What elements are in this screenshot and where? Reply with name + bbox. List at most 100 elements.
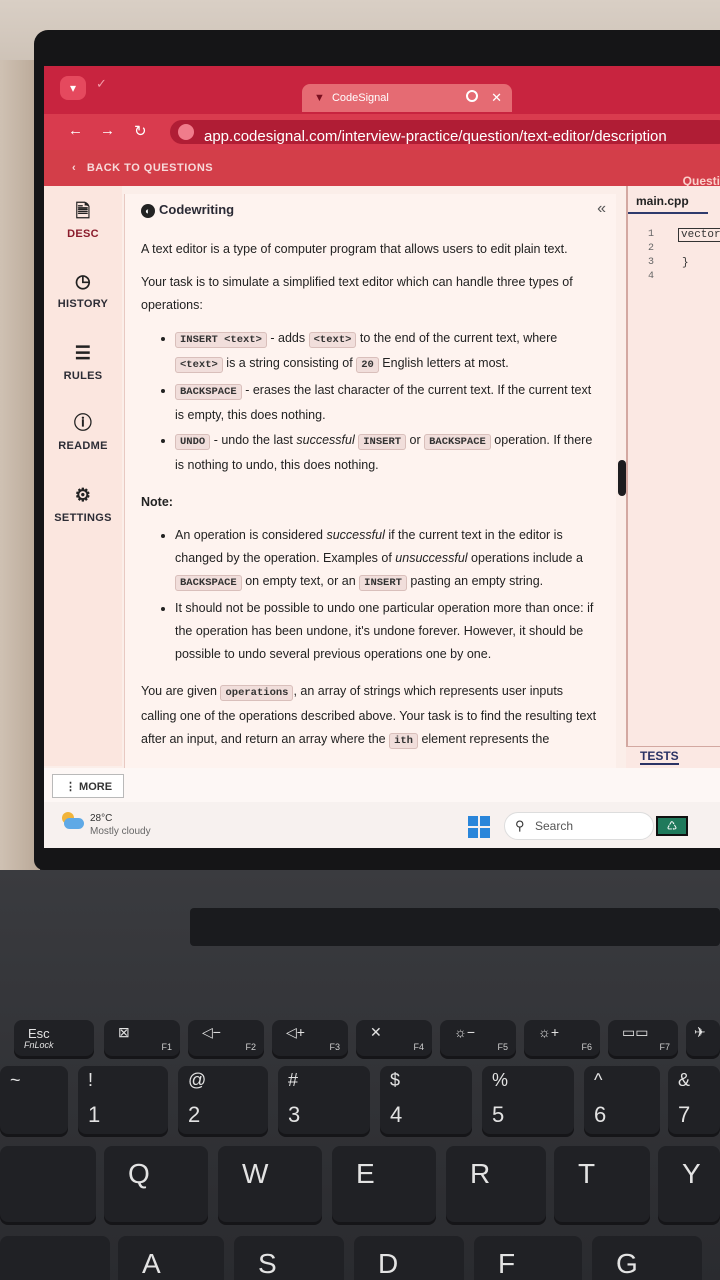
code-undo: UNDO <box>175 434 211 450</box>
back-to-questions-link[interactable]: ‹ BACK TO QUESTIONS <box>72 162 213 174</box>
key-esc[interactable]: Esc FnLock <box>14 1020 94 1056</box>
key-t[interactable]: T <box>554 1146 650 1222</box>
display-icon: ▭▭ <box>622 1024 649 1040</box>
key-label: 4 <box>390 1102 403 1127</box>
key-f4[interactable]: ✕ F4 <box>356 1020 432 1056</box>
sidebar-item-history[interactable]: ◷ HISTORY <box>44 270 122 310</box>
tab-bar: ▾ ✓ ▼ CodeSignal ✕ <box>44 66 720 112</box>
key-f[interactable]: F <box>474 1236 582 1280</box>
text: - adds <box>266 331 309 345</box>
sidebar-label: HISTORY <box>57 298 109 310</box>
forward-arrow-icon[interactable]: → <box>100 122 115 139</box>
key-4[interactable]: $4 <box>380 1066 472 1134</box>
back-arrow-icon[interactable]: ← <box>68 122 83 139</box>
sidebar-item-desc[interactable]: 🗎 DESC <box>44 200 122 240</box>
weather-text: Mostly cloudy <box>90 826 151 837</box>
key-label: Q <box>128 1158 150 1189</box>
key-7[interactable]: & 7 <box>668 1066 720 1134</box>
text: element represents the <box>417 732 550 746</box>
key-label: 2 <box>188 1102 201 1127</box>
list-item: UNDO - undo the last successful INSERT o… <box>175 429 601 477</box>
code-backspace: BACKSPACE <box>175 575 242 591</box>
intro-text: A text editor is a type of computer prog… <box>141 242 568 256</box>
temperature: 28°C <box>90 813 113 824</box>
key-label: F6 <box>581 1042 592 1052</box>
codesignal-logo-icon: ▼ <box>314 92 325 104</box>
key-label: $ <box>390 1070 401 1090</box>
key-f8[interactable]: ✈ <box>686 1020 720 1056</box>
key-3[interactable]: #3 <box>278 1066 370 1134</box>
taskbar-app-icon[interactable]: ♺ <box>656 816 688 836</box>
key-5[interactable]: % 5 <box>482 1066 574 1134</box>
key-f1[interactable]: ⊠ F1 <box>104 1020 180 1056</box>
list-item: BACKSPACE - erases the last character of… <box>175 379 601 427</box>
airplane-icon: ✈ <box>694 1024 706 1040</box>
key-q[interactable]: Q <box>104 1146 208 1222</box>
close-tab-icon[interactable]: ✕ <box>491 90 502 106</box>
key-label: F1 <box>161 1042 172 1052</box>
sidebar-item-readme[interactable]: ⓘ README <box>44 412 122 452</box>
weather-icon[interactable] <box>62 812 84 830</box>
sidebar: 🗎 DESC ◷ HISTORY ☰ RULES ⓘ README ⚙ SETT… <box>44 186 122 766</box>
key-f3[interactable]: ◁+ F3 <box>272 1020 348 1056</box>
collapse-icon[interactable]: « <box>597 200 606 218</box>
key-caps[interactable] <box>0 1236 110 1280</box>
notes-list: An operation is considered successful if… <box>175 524 601 666</box>
panel-title-text: Codewriting <box>159 202 235 217</box>
key-f6[interactable]: ☼+ F6 <box>524 1020 600 1056</box>
key-s[interactable]: S <box>234 1236 344 1280</box>
code-insert: INSERT <text> <box>175 332 267 348</box>
key-y[interactable]: Y <box>658 1146 720 1222</box>
weather-widget[interactable]: 28°C Mostly cloudy <box>90 812 151 838</box>
key-f7[interactable]: ▭▭ F7 <box>608 1020 678 1056</box>
reload-icon[interactable]: ↻ <box>134 122 147 140</box>
code-content[interactable]: vector<} <box>678 228 720 270</box>
key-f2[interactable]: ◁− F2 <box>188 1020 264 1056</box>
laptop-screen: ▾ ✓ ▼ CodeSignal ✕ ← → ↻ app.codesignal.… <box>44 66 720 848</box>
key-2[interactable]: @2 <box>178 1066 268 1134</box>
browser-menu-button[interactable]: ▾ <box>60 76 86 100</box>
key-a[interactable]: A <box>118 1236 224 1280</box>
key-g[interactable]: G <box>592 1236 702 1280</box>
key-label: D <box>378 1248 399 1279</box>
tab-audio-icon <box>466 90 478 102</box>
list-item: An operation is considered successful if… <box>175 524 601 595</box>
volume-down-icon: ◁− <box>202 1024 221 1040</box>
more-row: ⋮ MORE <box>44 768 720 802</box>
key-1[interactable]: ! 1 <box>78 1066 168 1134</box>
tests-tab[interactable]: TESTS <box>640 749 679 765</box>
key-w[interactable]: W <box>218 1146 322 1222</box>
sidebar-item-rules[interactable]: ☰ RULES <box>44 342 122 382</box>
sidebar-label: README <box>58 440 108 452</box>
text: An operation is considered <box>175 528 327 542</box>
more-button[interactable]: ⋮ MORE <box>52 774 124 798</box>
list-icon: ☰ <box>74 343 92 363</box>
key-label: Y <box>682 1158 701 1189</box>
site-info-icon[interactable] <box>178 124 194 140</box>
key-label: T <box>578 1158 596 1189</box>
key-tilde[interactable]: ~ <box>0 1066 68 1134</box>
key-tab[interactable] <box>0 1146 96 1222</box>
key-label: 7 <box>678 1102 691 1127</box>
code-ith: ith <box>389 733 418 749</box>
key-label: % <box>492 1070 509 1090</box>
browser-tab[interactable]: ▼ CodeSignal ✕ <box>302 84 512 112</box>
checkmark-icon: ✓ <box>96 76 107 91</box>
key-d[interactable]: D <box>354 1236 464 1280</box>
text: is a string consisting of <box>222 356 357 370</box>
key-6[interactable]: ^ 6 <box>584 1066 660 1134</box>
address-bar[interactable]: app.codesignal.com/interview-practice/qu… <box>170 120 720 144</box>
code-editor[interactable]: main.cpp 1 2 3 4 vector<} <box>626 186 720 768</box>
windows-start-icon[interactable] <box>468 816 490 838</box>
key-sublabel: FnLock <box>24 1040 54 1050</box>
file-tab[interactable]: main.cpp <box>628 186 708 214</box>
key-e[interactable]: E <box>332 1146 436 1222</box>
brightness-down-icon: ☼− <box>454 1024 476 1040</box>
code-text: <text> <box>308 332 357 348</box>
key-r[interactable]: R <box>446 1146 546 1222</box>
key-f5[interactable]: ☼− F5 <box>440 1020 516 1056</box>
panel-scrollbar[interactable] <box>618 460 626 496</box>
taskbar-search[interactable]: ⚲ Search <box>504 812 654 840</box>
text: pasting an empty string. <box>406 574 544 588</box>
sidebar-item-settings[interactable]: ⚙ SETTINGS <box>44 484 122 524</box>
